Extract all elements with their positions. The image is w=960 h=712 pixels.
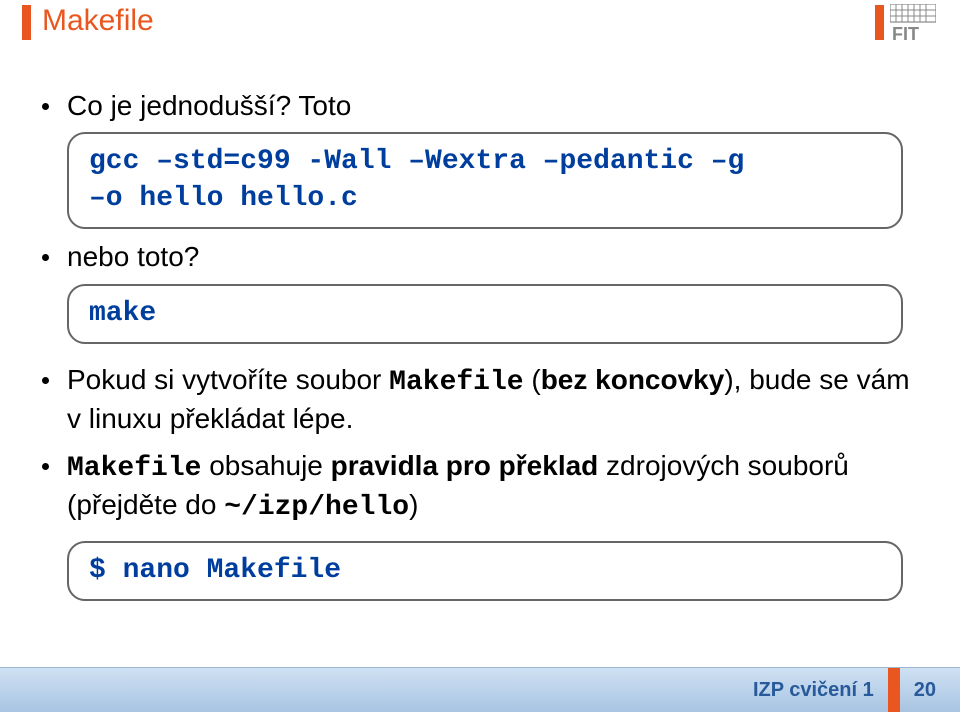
bullet-nebo-text: nebo toto? (67, 239, 922, 275)
slide-content: Co je jednodušší? Toto gcc –std=c99 -Wal… (42, 78, 922, 609)
footer-page-number: 20 (914, 679, 936, 702)
bullet-dot-icon (42, 463, 49, 470)
page-title: Makefile (42, 4, 154, 38)
bullet-nebo: nebo toto? (42, 239, 922, 275)
footer-course: IZP cvičení 1 (753, 679, 874, 702)
code-box-nano: $ nano Makefile (67, 541, 903, 601)
footer-bar: IZP cvičení 1 20 (0, 667, 960, 712)
code-line-1: gcc –std=c99 -Wall –Wextra –pedantic –g (89, 144, 881, 180)
p3-b: ( (524, 364, 541, 395)
footer-right: IZP cvičení 1 20 (753, 668, 960, 712)
header-accent-left (22, 5, 31, 40)
footer-separator (888, 668, 900, 712)
bullet-point4: Makefile obsahuje pravidla pro překlad z… (42, 448, 922, 527)
svg-text:FIT: FIT (892, 24, 919, 42)
bullet-dot-icon (42, 103, 49, 110)
header-accent-right (875, 5, 884, 40)
code-box-gcc: gcc –std=c99 -Wall –Wextra –pedantic –g … (67, 132, 903, 229)
bullet-point3: Pokud si vytvoříte soubor Makefile (bez … (42, 362, 922, 438)
bullet-dot-icon (42, 377, 49, 384)
bullet-intro: Co je jednodušší? Toto (42, 88, 922, 124)
bullet-intro-text: Co je jednodušší? Toto (67, 88, 922, 124)
bullet-dot-icon (42, 254, 49, 261)
code-line-2: –o hello hello.c (89, 181, 881, 217)
code-nano: $ nano Makefile (89, 555, 341, 586)
p4-a: obsahuje (201, 450, 330, 481)
code-box-make: make (67, 284, 903, 344)
fit-logo-icon: FIT (890, 4, 936, 42)
p4-c: ) (409, 489, 418, 520)
p3-code: Makefile (389, 367, 523, 398)
bullet-point3-text: Pokud si vytvoříte soubor Makefile (bez … (67, 362, 922, 438)
p3-a: Pokud si vytvoříte soubor (67, 364, 389, 395)
code-make: make (89, 298, 156, 329)
p3-bold: bez koncovky (541, 364, 725, 395)
p4-code2: ~/izp/hello (224, 492, 409, 523)
bullet-point4-text: Makefile obsahuje pravidla pro překlad z… (67, 448, 922, 527)
p4-code1: Makefile (67, 453, 201, 484)
p4-bold: pravidla pro překlad (331, 450, 599, 481)
